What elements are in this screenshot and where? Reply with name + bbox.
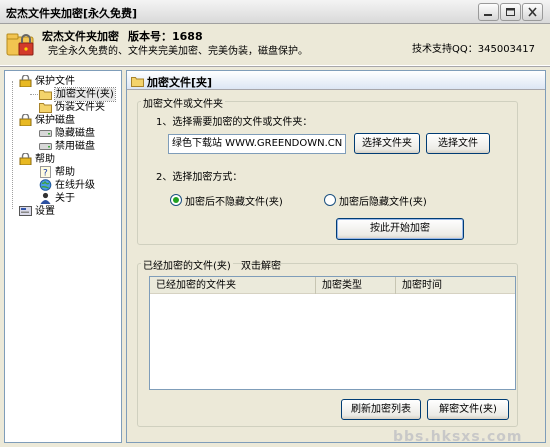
settings-icon <box>19 206 32 216</box>
window-title: 宏杰文件夹加密[永久免费] <box>6 7 138 20</box>
select-folder-button[interactable]: 选择文件夹 <box>354 133 420 154</box>
column-header-type[interactable]: 加密类型 <box>316 277 396 294</box>
drive-icon <box>39 130 52 137</box>
tree-connector <box>12 81 13 209</box>
start-encrypt-button[interactable]: 按此开始加密 <box>336 218 464 240</box>
sidebar-tree[interactable]: 保护文件 加密文件(夹) 伪装文件夹 保护磁盘 隐藏磁盘 禁用磁盘 帮助 ? 帮… <box>4 70 122 443</box>
close-button[interactable] <box>522 3 543 21</box>
list-header: 已经加密的文件夹 加密类型 加密时间 <box>150 277 515 294</box>
column-header-time[interactable]: 加密时间 <box>396 277 515 294</box>
encrypted-group-title: 已经加密的文件(夹) <box>141 257 233 272</box>
folder-icon <box>39 90 52 100</box>
radio-no-hide-label[interactable]: 加密后不隐藏文件(夹) <box>185 193 283 208</box>
drive-icon <box>39 143 52 150</box>
panel-header: 加密文件[夹] <box>127 71 545 90</box>
lock-icon <box>19 153 32 165</box>
column-header-folder[interactable]: 已经加密的文件夹 <box>150 277 316 294</box>
radio-hide[interactable] <box>324 194 336 206</box>
maximize-icon <box>506 8 515 16</box>
tree-connector <box>30 94 38 95</box>
help-icon: ? <box>40 166 51 179</box>
select-file-button[interactable]: 选择文件 <box>426 133 490 154</box>
svg-text:?: ? <box>43 169 48 179</box>
refresh-list-button[interactable]: 刷新加密列表 <box>341 399 421 420</box>
step2-label: 2、选择加密方式： <box>156 172 243 183</box>
close-icon <box>528 7 537 17</box>
path-input[interactable]: 绿色下载站 WWW.GREENDOWN.CN <box>168 134 346 154</box>
radio-hide-label[interactable]: 加密后隐藏文件(夹) <box>339 193 427 208</box>
lock-icon <box>19 75 32 87</box>
step1-label: 1、选择需要加密的文件或文件夹： <box>156 117 313 128</box>
minimize-icon <box>484 14 492 16</box>
support-qq-text: 技术支持QQ：345003417 <box>412 44 536 55</box>
globe-icon <box>39 179 52 191</box>
maximize-button[interactable] <box>500 3 521 21</box>
person-icon <box>40 192 51 204</box>
watermark-text: bbs.hksxs.com <box>393 429 523 445</box>
panel-title: 加密文件[夹] <box>147 76 213 89</box>
lock-folder-logo-icon <box>6 33 34 56</box>
title-bar[interactable]: 宏杰文件夹加密[永久免费] <box>0 0 550 24</box>
app-header: 宏杰文件夹加密 版本号：1688 完全永久免费的、文件夹完美加密、完美伪装，磁盘… <box>0 24 550 66</box>
minimize-button[interactable] <box>478 3 499 21</box>
encrypted-list[interactable]: 已经加密的文件夹 加密类型 加密时间 <box>149 276 516 390</box>
folder-icon <box>131 77 144 87</box>
slogan-text: 完全永久免费的、文件夹完美加密、完美伪装，磁盘保护。 <box>48 46 308 57</box>
lock-icon <box>19 114 32 126</box>
folder-icon <box>39 103 52 113</box>
radio-no-hide[interactable] <box>170 194 182 206</box>
radio-selected-dot <box>173 197 179 203</box>
encrypt-group-title: 加密文件或文件夹 <box>141 95 225 110</box>
decrypt-button[interactable]: 解密文件(夹) <box>427 399 509 420</box>
double-click-hint: 双击解密 <box>241 261 281 272</box>
